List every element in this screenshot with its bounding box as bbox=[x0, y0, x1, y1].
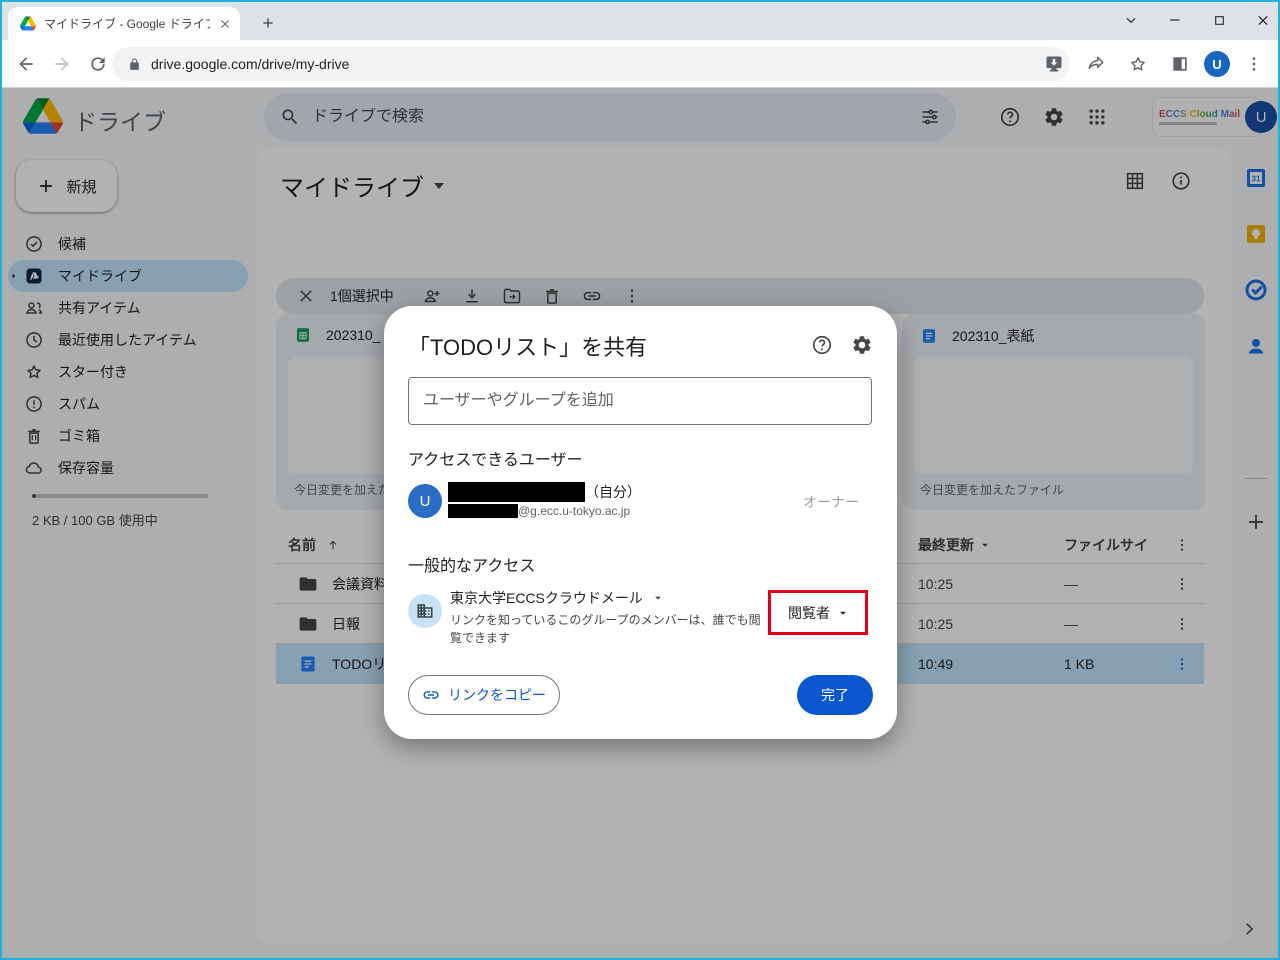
tab-close-icon[interactable] bbox=[218, 17, 232, 31]
window-close-button[interactable] bbox=[1256, 13, 1270, 27]
role-label: 閲覧者 bbox=[788, 604, 830, 621]
people-section-title: アクセスできるユーザー bbox=[408, 452, 583, 469]
owner-role-label: オーナー bbox=[803, 494, 859, 510]
general-access-section-title: 一般的なアクセス bbox=[408, 558, 536, 575]
tab-title: マイドライブ - Google ドライブ bbox=[44, 17, 210, 31]
install-page-icon[interactable] bbox=[1036, 46, 1072, 82]
copy-link-label: リンクをコピー bbox=[448, 687, 546, 703]
done-button[interactable]: 完了 bbox=[797, 675, 873, 715]
role-dropdown-highlighted[interactable]: 閲覧者 bbox=[768, 590, 868, 635]
forward-button[interactable] bbox=[44, 46, 80, 82]
organization-building-icon bbox=[408, 594, 442, 628]
window-maximize-button[interactable] bbox=[1212, 13, 1226, 27]
copy-link-button[interactable]: リンクをコピー bbox=[408, 675, 560, 715]
back-button[interactable] bbox=[8, 46, 44, 82]
url-bar[interactable]: drive.google.com/drive/my-drive bbox=[112, 47, 1070, 81]
caret-down-icon bbox=[654, 596, 661, 600]
general-access-description: リンクを知っているこのグループのメンバーは、誰でも閲覧できます bbox=[450, 613, 761, 645]
bookmark-star-icon[interactable] bbox=[1120, 46, 1156, 82]
tab-strip: マイドライブ - Google ドライブ bbox=[0, 0, 1280, 40]
browser-menu-icon[interactable] bbox=[1236, 46, 1272, 82]
window-minimize-button[interactable] bbox=[1168, 13, 1182, 27]
new-tab-button[interactable] bbox=[254, 9, 282, 37]
reload-button[interactable] bbox=[80, 46, 116, 82]
redacted-email bbox=[448, 504, 518, 518]
dialog-title: 「TODOリスト」を共有 bbox=[408, 335, 648, 360]
share-page-icon[interactable] bbox=[1078, 46, 1114, 82]
owner-name-line: （自分） bbox=[448, 482, 641, 502]
lock-icon bbox=[130, 58, 139, 70]
plus-icon bbox=[263, 18, 273, 28]
window-controls bbox=[1124, 0, 1270, 40]
url-text: drive.google.com/drive/my-drive bbox=[151, 56, 350, 72]
share-dialog: 「TODOリスト」を共有 アクセスできるユーザー U （自分） @g.ecc.u… bbox=[384, 306, 897, 739]
side-panel-icon[interactable] bbox=[1162, 46, 1198, 82]
owner-email-line: @g.ecc.u-tokyo.ac.jp bbox=[448, 504, 630, 518]
caret-down-icon bbox=[840, 611, 846, 615]
browser-profile-avatar[interactable]: U bbox=[1204, 51, 1230, 77]
tab-search-chevron-icon[interactable] bbox=[1124, 13, 1138, 27]
browser-toolbar: drive.google.com/drive/my-drive U bbox=[0, 40, 1280, 88]
browser-tab[interactable]: マイドライブ - Google ドライブ bbox=[8, 7, 240, 40]
dialog-settings-gear-icon[interactable] bbox=[851, 334, 875, 358]
browser-actions: U bbox=[1036, 40, 1272, 88]
link-icon bbox=[423, 691, 439, 699]
drive-page: ドライブ ドライブで検索 ECCS Cloud Mail U 新規 候補 マイド… bbox=[0, 88, 1280, 960]
drive-favicon bbox=[20, 16, 36, 31]
general-access-group[interactable]: 東京大学ECCSクラウドメール bbox=[450, 588, 663, 608]
add-people-input[interactable] bbox=[408, 377, 872, 425]
dialog-help-icon[interactable] bbox=[811, 334, 835, 358]
owner-avatar: U bbox=[408, 484, 442, 518]
redacted-name bbox=[448, 482, 585, 502]
